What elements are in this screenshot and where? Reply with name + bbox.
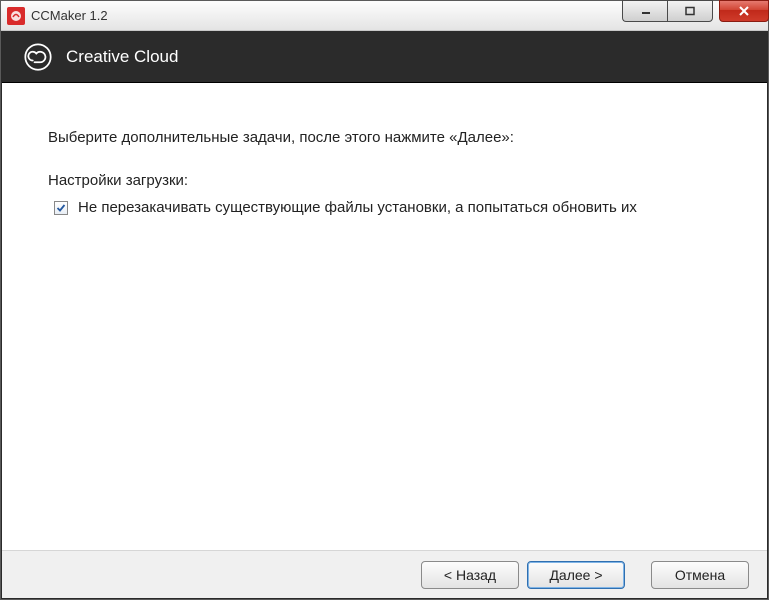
banner-title: Creative Cloud [66, 47, 178, 67]
instruction-text: Выберите дополнительные задачи, после эт… [48, 129, 721, 146]
footer: < Назад Далее > Отмена [2, 550, 767, 598]
creative-cloud-icon [24, 43, 52, 71]
titlebar[interactable]: CCMaker 1.2 [1, 1, 768, 31]
next-button[interactable]: Далее > [527, 561, 625, 589]
close-button[interactable] [719, 0, 769, 22]
app-window: CCMaker 1.2 Creative Cloud Выбе [0, 0, 769, 600]
back-button[interactable]: < Назад [421, 561, 519, 589]
option1-label[interactable]: Не перезакачивать существующие файлы уст… [78, 197, 637, 218]
option-row: Не перезакачивать существующие файлы уст… [48, 197, 721, 218]
window-controls [623, 0, 769, 22]
content-area: Выберите дополнительные задачи, после эт… [2, 83, 767, 550]
minimize-button[interactable] [622, 0, 668, 22]
window-body: Creative Cloud Выберите дополнительные з… [1, 31, 768, 599]
window-title: CCMaker 1.2 [31, 8, 108, 23]
section-label: Настройки загрузки: [48, 172, 721, 189]
banner: Creative Cloud [2, 31, 767, 83]
option1-checkbox[interactable] [54, 201, 68, 215]
cancel-button[interactable]: Отмена [651, 561, 749, 589]
app-icon [7, 7, 25, 25]
maximize-button[interactable] [667, 0, 713, 22]
